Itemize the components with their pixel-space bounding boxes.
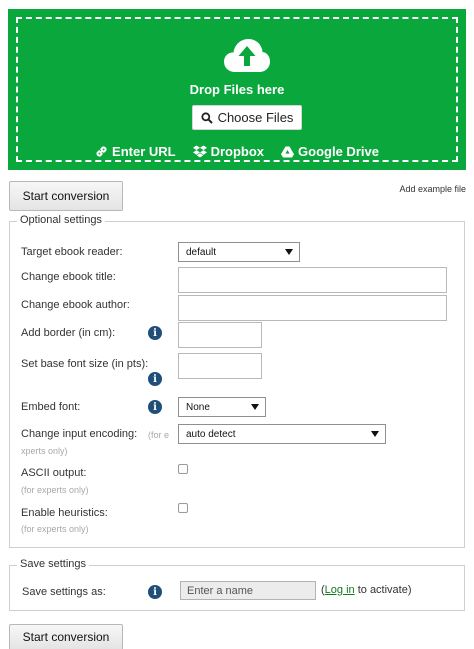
google-drive-label: Google Drive: [298, 144, 379, 159]
base-font-size-label: Set base font size (in pts):: [21, 358, 149, 370]
embed-font-value: None: [186, 401, 210, 413]
google-drive-icon: [281, 146, 295, 157]
choose-files-label: Choose Files: [217, 110, 294, 125]
upload-dropzone[interactable]: Drop Files here Choose Files Enter URL D…: [8, 9, 466, 170]
info-icon[interactable]: i: [148, 585, 162, 599]
settings-name-input[interactable]: [180, 581, 316, 600]
input-encoding-select[interactable]: auto detect: [178, 424, 386, 444]
dropbox-label: Dropbox: [210, 144, 265, 159]
ebook-title-label: Change ebook title:: [21, 271, 116, 283]
drop-files-text: Drop Files here: [189, 82, 285, 97]
experts-only-note: (for experts only): [21, 524, 89, 534]
target-reader-value: default: [186, 246, 217, 258]
dropbox-link[interactable]: Dropbox: [192, 144, 265, 159]
dropdown-arrow-icon: [251, 404, 259, 410]
base-font-size-input[interactable]: [178, 353, 262, 379]
start-conversion-button[interactable]: Start conversion: [9, 181, 123, 211]
dropbox-icon: [192, 145, 207, 158]
target-reader-select[interactable]: default: [178, 242, 300, 262]
dropdown-arrow-icon: [285, 249, 293, 255]
save-settings-legend: Save settings: [17, 558, 90, 570]
experts-only-note-continued: xperts only): [21, 446, 68, 456]
input-encoding-label: Change input encoding:: [21, 428, 138, 440]
embed-font-label: Embed font:: [21, 401, 81, 413]
target-reader-label: Target ebook reader:: [21, 246, 123, 258]
upload-sources: Enter URL Dropbox Google Drive: [18, 144, 456, 159]
cloud-upload-icon: [224, 39, 270, 72]
add-example-file-link[interactable]: Add example file: [399, 184, 466, 194]
dropdown-arrow-icon: [371, 431, 379, 437]
google-drive-link[interactable]: Google Drive: [281, 144, 379, 159]
info-icon[interactable]: i: [148, 372, 162, 386]
enter-url-label: Enter URL: [112, 144, 176, 159]
add-border-input[interactable]: [178, 322, 262, 348]
enable-heuristics-checkbox[interactable]: [178, 503, 188, 513]
experts-only-note: (for e: [148, 430, 170, 440]
ascii-output-checkbox[interactable]: [178, 464, 188, 474]
dropzone-dashed-border: Drop Files here Choose Files Enter URL D…: [16, 17, 458, 162]
ebook-author-label: Change ebook author:: [21, 299, 130, 311]
link-icon: [96, 146, 107, 157]
enter-url-link[interactable]: Enter URL: [95, 144, 176, 159]
save-settings-label: Save settings as:: [22, 586, 106, 598]
start-conversion-button-bottom[interactable]: Start conversion: [9, 624, 123, 649]
embed-font-select[interactable]: None: [178, 397, 266, 417]
ascii-output-label: ASCII output:: [21, 467, 87, 479]
input-encoding-value: auto detect: [186, 428, 236, 440]
login-to-activate-text: (Log in to activate): [321, 584, 412, 596]
ebook-author-input[interactable]: [178, 295, 447, 321]
choose-files-button[interactable]: Choose Files: [192, 105, 302, 130]
search-icon: [200, 111, 213, 124]
log-in-link[interactable]: Log in: [325, 584, 355, 596]
optional-settings-legend: Optional settings: [17, 214, 105, 226]
add-border-label: Add border (in cm):: [21, 327, 116, 339]
info-icon[interactable]: i: [148, 326, 162, 340]
experts-only-note: (for experts only): [21, 485, 89, 495]
info-icon[interactable]: i: [148, 400, 162, 414]
activate-suffix: to activate): [354, 584, 412, 596]
enable-heuristics-label: Enable heuristics:: [21, 507, 108, 519]
ebook-title-input[interactable]: [178, 267, 447, 293]
